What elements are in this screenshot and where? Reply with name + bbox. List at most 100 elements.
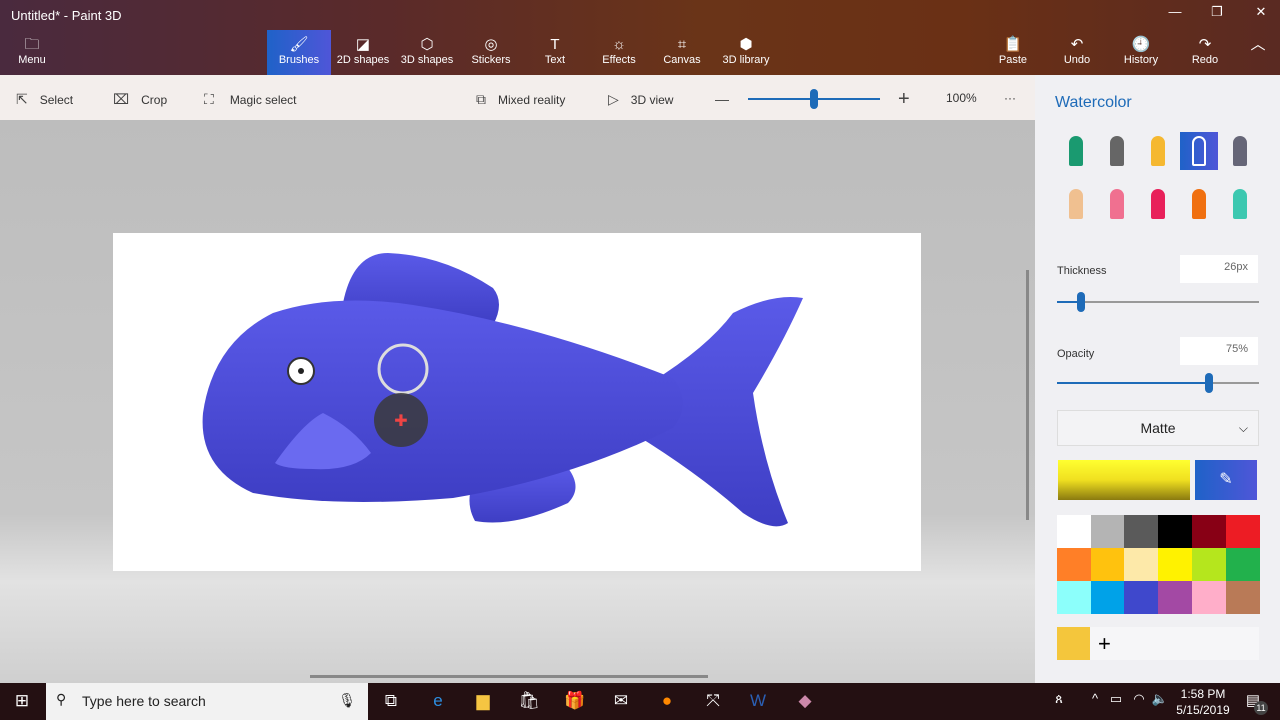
color-swatch[interactable] xyxy=(1090,515,1125,548)
app-icon[interactable]: ⤧ xyxy=(698,691,728,711)
select-label: Select xyxy=(39,92,74,107)
magic-select-button[interactable]: ⛶ Magic select xyxy=(204,91,297,108)
color-swatch[interactable] xyxy=(1090,581,1125,614)
brush-calligraphy-pen[interactable] xyxy=(1098,132,1136,170)
redo-icon: ↷ xyxy=(1198,36,1212,53)
word-icon[interactable]: W xyxy=(743,691,773,711)
finish-dropdown[interactable]: Matte ⌵ xyxy=(1057,410,1259,446)
brush-spray-can[interactable] xyxy=(1180,185,1218,223)
zoom-slider-thumb[interactable] xyxy=(810,89,818,109)
color-swatch[interactable] xyxy=(1124,548,1159,581)
tab-3d-shapes[interactable]: ⬡ 3D shapes xyxy=(395,30,459,75)
close-button[interactable]: ✕ xyxy=(1246,4,1276,20)
people-icon[interactable]: ጰ xyxy=(1044,691,1074,707)
add-color-button[interactable]: + xyxy=(1090,627,1259,660)
brush-fill[interactable] xyxy=(1221,185,1259,223)
color-swatch[interactable] xyxy=(1191,581,1226,614)
maximize-button[interactable]: ❐ xyxy=(1202,4,1232,20)
color-swatch[interactable] xyxy=(1124,515,1159,548)
brush-oil-brush[interactable] xyxy=(1139,132,1177,170)
brush-pencil[interactable] xyxy=(1057,185,1095,223)
taskbar-search[interactable]: ⚲ Type here to search 🎙 xyxy=(46,683,368,720)
brush-eraser[interactable] xyxy=(1098,185,1136,223)
file-explorer-icon[interactable]: ▆ xyxy=(468,691,498,711)
opacity-slider-thumb[interactable] xyxy=(1204,373,1213,393)
tab-label: 3D library xyxy=(722,54,770,66)
thickness-slider-thumb[interactable] xyxy=(1077,292,1086,312)
color-swatch[interactable] xyxy=(1191,548,1226,581)
task-view-icon[interactable]: ⧉ xyxy=(376,691,406,711)
crayon-icon xyxy=(1151,189,1165,219)
tab-text[interactable]: T Text xyxy=(523,30,587,75)
color-swatch[interactable] xyxy=(1057,548,1091,581)
magic-select-label: Magic select xyxy=(229,92,297,107)
horizontal-scrollbar[interactable] xyxy=(310,675,708,678)
paste-label: Paste xyxy=(998,54,1028,66)
edge-icon[interactable]: e xyxy=(423,691,453,711)
gift-icon[interactable]: 🎁 xyxy=(560,691,590,711)
color-swatch[interactable] xyxy=(1057,581,1091,614)
windows-start-icon[interactable]: ⊞ xyxy=(7,691,37,711)
color-swatch[interactable] xyxy=(1124,581,1159,614)
opacity-slider[interactable] xyxy=(1057,373,1259,393)
current-color[interactable] xyxy=(1058,460,1190,500)
clock[interactable]: 1:58 PM 5/15/2019 xyxy=(1170,686,1236,718)
cursor-icon: ⇱ xyxy=(16,91,28,107)
canvas[interactable]: ✚ xyxy=(113,233,921,571)
3d-library-icon: ⬢ xyxy=(739,36,753,53)
notifications-icon[interactable]: ▤ 11 xyxy=(1238,691,1268,715)
tab-2d-shapes[interactable]: ◪ 2D shapes xyxy=(331,30,395,75)
tab-3d-library[interactable]: ⬢ 3D library xyxy=(714,30,778,75)
redo-button[interactable]: ↷ Redo xyxy=(1173,30,1237,75)
color-swatch[interactable] xyxy=(1158,515,1193,548)
zoom-slider[interactable] xyxy=(748,89,880,109)
crop-button[interactable]: ⌧ Crop xyxy=(113,91,167,108)
brush-crayon[interactable] xyxy=(1139,185,1177,223)
opacity-input[interactable]: 75% xyxy=(1180,337,1258,365)
color-swatch[interactable] xyxy=(1225,515,1260,548)
more-button[interactable]: ··· xyxy=(1004,91,1016,105)
thickness-slider[interactable] xyxy=(1057,292,1259,312)
redo-label: Redo xyxy=(1191,54,1219,66)
zoom-out-button[interactable]: — xyxy=(715,91,729,107)
store-icon[interactable]: 🛍 xyxy=(514,691,544,711)
select-button[interactable]: ⇱ Select xyxy=(16,91,73,108)
custom-color-swatch[interactable] xyxy=(1057,627,1090,660)
color-swatch[interactable] xyxy=(1158,581,1193,614)
brush-marker[interactable] xyxy=(1057,132,1095,170)
tab-stickers[interactable]: ◎ Stickers xyxy=(459,30,523,75)
color-swatch[interactable] xyxy=(1191,515,1226,548)
menu-button[interactable]: 🗀 Menu xyxy=(0,30,64,75)
tab-brushes[interactable]: 🖌 Brushes xyxy=(267,30,331,75)
mail-icon[interactable]: ✉ xyxy=(606,691,636,711)
tab-effects[interactable]: ☼ Effects xyxy=(587,30,651,75)
mixed-reality-button[interactable]: ⧉ Mixed reality xyxy=(476,91,565,108)
firefox-icon[interactable]: ● xyxy=(652,691,682,711)
color-swatch[interactable] xyxy=(1225,548,1260,581)
vertical-scrollbar[interactable] xyxy=(1026,270,1029,520)
cube-icon: ⬡ xyxy=(420,36,434,53)
tab-label: Brushes xyxy=(278,54,320,66)
brush-watercolor[interactable] xyxy=(1180,132,1218,170)
tab-label: Effects xyxy=(602,54,636,66)
color-swatch[interactable] xyxy=(1057,515,1091,548)
collapse-ribbon-button[interactable]: ︿ xyxy=(1236,30,1280,75)
3d-view-icon: ▷ xyxy=(608,91,619,107)
eyedropper-button[interactable]: ✎ xyxy=(1195,460,1257,500)
brush-pixel-pen[interactable] xyxy=(1221,132,1259,170)
color-swatch[interactable] xyxy=(1158,548,1193,581)
undo-button[interactable]: ↶ Undo xyxy=(1045,30,1109,75)
thickness-label: Thickness xyxy=(1057,265,1107,277)
canvas-area[interactable]: ✚ xyxy=(0,120,1035,683)
history-button[interactable]: 🕘 History xyxy=(1109,30,1173,75)
3d-view-button[interactable]: ▷ 3D view xyxy=(608,91,673,108)
color-swatch[interactable] xyxy=(1090,548,1125,581)
paint-3d-icon[interactable]: ◆ xyxy=(790,691,820,711)
zoom-in-button[interactable]: + xyxy=(898,88,910,111)
color-swatch[interactable] xyxy=(1225,581,1260,614)
thickness-input[interactable]: 26px xyxy=(1180,255,1258,283)
minimize-button[interactable]: — xyxy=(1160,4,1190,19)
paste-button[interactable]: 📋 Paste xyxy=(981,30,1045,75)
pixel-pen-icon xyxy=(1233,136,1247,166)
tab-canvas[interactable]: ⌗ Canvas xyxy=(650,30,714,75)
